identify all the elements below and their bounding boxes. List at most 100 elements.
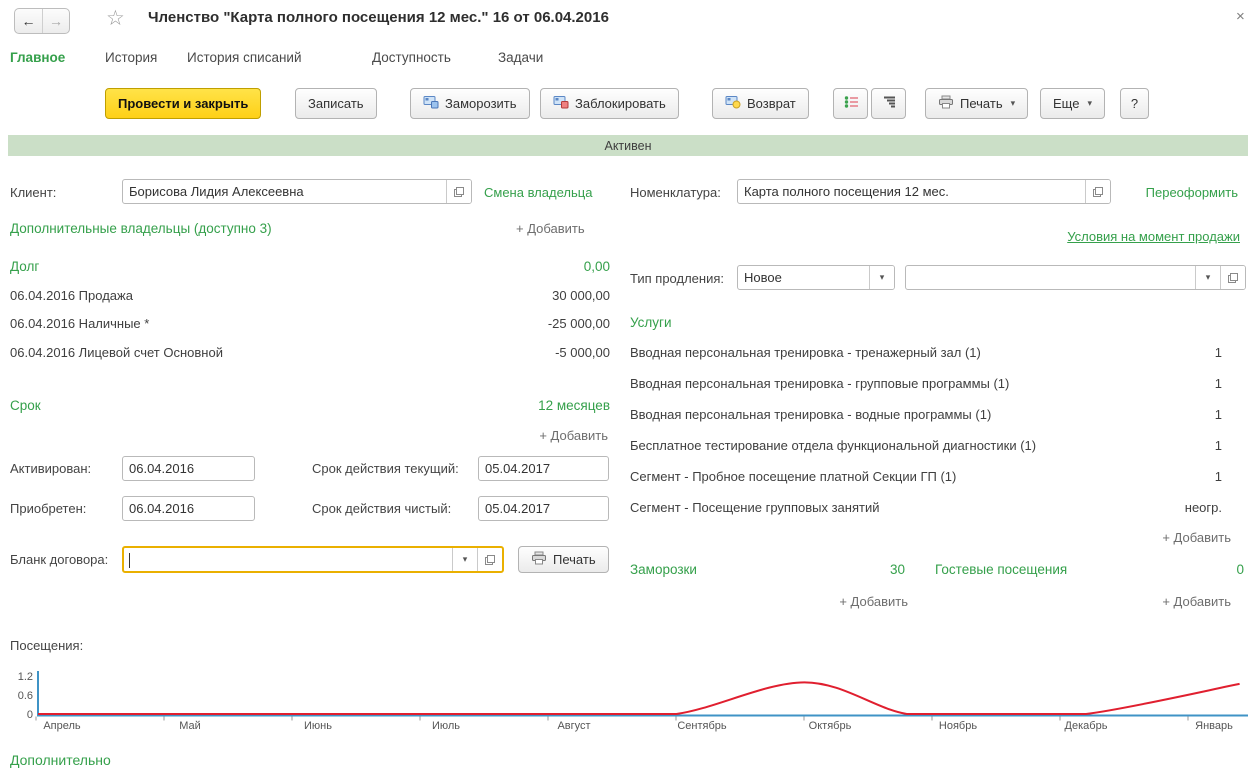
svg-text:1.2: 1.2 — [18, 671, 33, 683]
svg-text:0: 0 — [27, 709, 33, 721]
close-icon[interactable]: × — [1236, 8, 1245, 25]
svg-text:Январь: Январь — [1195, 720, 1233, 732]
svg-text:Ноябрь: Ноябрь — [939, 720, 977, 732]
debt-row: 06.04.2016 Продажа 30 000,00 — [10, 288, 610, 303]
service-name: Бесплатное тестирование отдела функциона… — [630, 438, 1036, 453]
debt-row: 06.04.2016 Лицевой счет Основной -5 000,… — [10, 345, 610, 360]
debt-row-amount: -5 000,00 — [555, 345, 610, 360]
back-button[interactable]: ← — [15, 9, 42, 33]
contract-form-label: Бланк договора: — [10, 552, 108, 567]
tab-availability[interactable]: Доступность — [372, 50, 451, 65]
nomenclature-label: Номенклатура: — [630, 185, 721, 200]
renewal-type-input[interactable] — [738, 266, 869, 289]
debt-total: 0,00 — [584, 259, 610, 274]
service-name: Вводная персональная тренировка - группо… — [630, 376, 1009, 391]
activated-date-input[interactable] — [122, 456, 255, 481]
print-menu-button[interactable]: Печать ▾ — [925, 88, 1028, 119]
renewal-extra-input[interactable] — [906, 266, 1195, 289]
debt-row-text: 06.04.2016 Продажа — [10, 288, 133, 303]
add-freeze-link[interactable]: + Добавить — [839, 594, 908, 609]
chevron-down-icon: ▾ — [1087, 98, 1092, 109]
service-name: Сегмент - Пробное посещение платной Секц… — [630, 469, 956, 484]
service-count: 1 — [1215, 438, 1222, 453]
membership-form-window: ← → ☆ Членство "Карта полного посещения … — [0, 0, 1256, 780]
contract-print-button[interactable]: Печать — [518, 546, 609, 573]
add-service-link[interactable]: + Добавить — [1162, 530, 1231, 545]
acquired-date-input[interactable] — [122, 496, 255, 521]
valid-current-date-input[interactable] — [478, 456, 609, 481]
renewal-dropdown-button[interactable]: ▾ — [869, 266, 894, 289]
service-count: неогр. — [1185, 500, 1222, 515]
renewal-extra-dropdown-button[interactable]: ▾ — [1195, 266, 1220, 289]
debt-section-title[interactable]: Долг — [10, 259, 39, 274]
chevron-down-icon: ▾ — [1011, 98, 1016, 109]
debt-row-amount: 30 000,00 — [552, 288, 610, 303]
add-owner-link[interactable]: + Добавить — [516, 221, 585, 236]
debt-row-text: 06.04.2016 Наличные * — [10, 316, 149, 331]
tab-writeoff-history[interactable]: История списаний — [187, 50, 302, 65]
block-button[interactable]: Заблокировать — [540, 88, 679, 119]
refund-button[interactable]: Возврат — [712, 88, 809, 119]
contract-form-input[interactable] — [130, 548, 452, 571]
renewal-type-combo: ▾ — [737, 265, 895, 290]
refund-card-icon — [725, 95, 741, 112]
contract-open-button[interactable] — [477, 548, 502, 571]
freeze-label: Заморозить — [445, 96, 517, 111]
tab-main[interactable]: Главное — [10, 50, 65, 65]
tab-history[interactable]: История — [105, 50, 157, 65]
additional-section-link[interactable]: Дополнительно — [10, 752, 111, 768]
nomenclature-open-button[interactable] — [1085, 180, 1110, 203]
svg-text:Апрель: Апрель — [43, 720, 81, 732]
add-term-link[interactable]: + Добавить — [539, 428, 608, 443]
client-open-button[interactable] — [446, 180, 471, 203]
service-name: Вводная персональная тренировка - тренаж… — [630, 345, 981, 360]
renewal-extra-combo: ▾ — [905, 265, 1246, 290]
freeze-button[interactable]: Заморозить — [410, 88, 530, 119]
post-and-close-label: Провести и закрыть — [118, 96, 248, 111]
service-name: Сегмент - Посещение групповых занятий — [630, 500, 879, 515]
change-owner-link[interactable]: Смена владельца — [484, 185, 592, 200]
list-view-button[interactable] — [833, 88, 868, 119]
hierarchy-view-button[interactable] — [871, 88, 906, 119]
open-icon — [1227, 272, 1239, 284]
reissue-link[interactable]: Переоформить — [1146, 185, 1238, 200]
activated-label: Активирован: — [10, 461, 91, 476]
guest-visits-section-title[interactable]: Гостевые посещения — [935, 562, 1067, 577]
add-guest-visit-link[interactable]: + Добавить — [1162, 594, 1231, 609]
acquired-label: Приобретен: — [10, 501, 86, 516]
contract-dropdown-button[interactable]: ▾ — [452, 548, 477, 571]
valid-net-label: Срок действия чистый: — [312, 501, 451, 516]
service-count: 1 — [1215, 345, 1222, 360]
renewal-extra-open-button[interactable] — [1220, 266, 1245, 289]
service-row: Сегмент - Посещение групповых занятий не… — [630, 500, 1222, 515]
client-input[interactable] — [123, 180, 446, 203]
block-label: Заблокировать — [575, 96, 666, 111]
nomenclature-input[interactable] — [738, 180, 1085, 203]
services-section-title[interactable]: Услуги — [630, 315, 672, 330]
client-input-group — [122, 179, 472, 204]
additional-owners-link[interactable]: Дополнительные владельцы (доступно 3) — [10, 221, 272, 236]
help-label: ? — [1131, 96, 1138, 111]
valid-net-date-input[interactable] — [478, 496, 609, 521]
svg-text:0.6: 0.6 — [18, 690, 33, 702]
client-label: Клиент: — [10, 185, 56, 200]
help-button[interactable]: ? — [1120, 88, 1149, 119]
list-icon — [844, 96, 858, 111]
svg-text:Май: Май — [179, 720, 201, 732]
post-and-close-button[interactable]: Провести и закрыть — [105, 88, 261, 119]
open-icon — [453, 186, 465, 198]
freezes-section-title[interactable]: Заморозки — [630, 562, 697, 577]
more-button[interactable]: Еще ▾ — [1040, 88, 1105, 119]
freezes-value: 30 — [890, 562, 905, 577]
debt-row-text: 06.04.2016 Лицевой счет Основной — [10, 345, 223, 360]
svg-text:Июль: Июль — [432, 720, 460, 732]
save-button[interactable]: Записать — [295, 88, 377, 119]
favorite-star-icon[interactable]: ☆ — [106, 8, 125, 29]
sale-conditions-link[interactable]: Условия на момент продажи — [1067, 229, 1240, 244]
term-section-title[interactable]: Срок — [10, 398, 41, 413]
forward-button[interactable]: → — [42, 9, 69, 33]
status-badge: Активен — [8, 135, 1248, 156]
tab-tasks[interactable]: Задачи — [498, 50, 543, 65]
printer-icon — [938, 95, 954, 112]
save-label: Записать — [308, 96, 364, 111]
